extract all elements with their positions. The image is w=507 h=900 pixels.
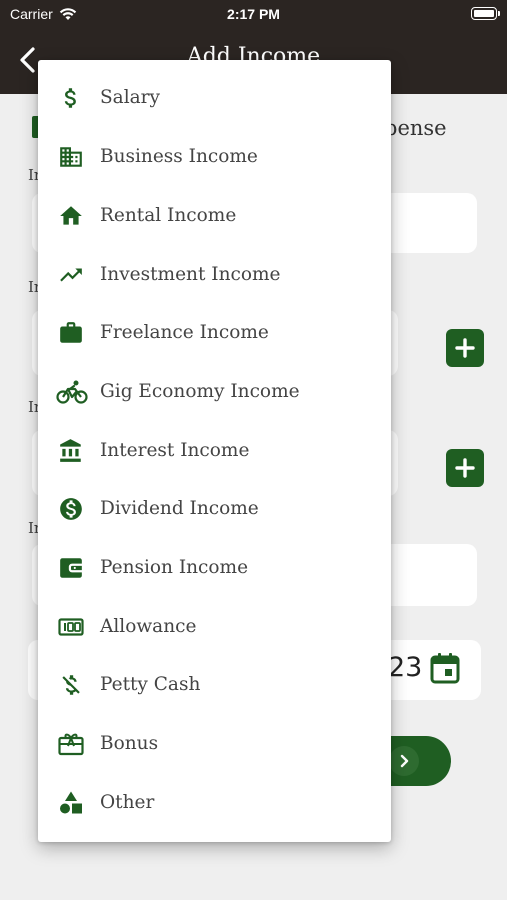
battery-icon bbox=[471, 7, 500, 20]
menu-item-business-income[interactable]: Business Income bbox=[38, 128, 391, 186]
menu-item-bonus[interactable]: Bonus bbox=[38, 715, 391, 773]
wallet-icon bbox=[58, 555, 84, 581]
status-bar: Carrier 2:17 PM bbox=[0, 0, 507, 28]
bicycle-icon bbox=[56, 379, 88, 405]
menu-item-investment-income[interactable]: Investment Income bbox=[38, 246, 391, 304]
building-icon bbox=[58, 144, 84, 170]
menu-item-gig-economy-income[interactable]: Gig Economy Income bbox=[38, 363, 391, 421]
add-category-button[interactable] bbox=[446, 329, 484, 367]
add-source-button[interactable] bbox=[446, 449, 484, 487]
date-value: 23 bbox=[388, 652, 423, 683]
menu-item-label: Rental Income bbox=[100, 205, 237, 226]
menu-item-label: Business Income bbox=[100, 146, 258, 167]
menu-item-dividend-income[interactable]: Dividend Income bbox=[38, 480, 391, 538]
bank-icon bbox=[58, 438, 84, 464]
dollar-circle-icon bbox=[58, 496, 84, 522]
shapes-icon bbox=[58, 790, 84, 816]
menu-item-label: Salary bbox=[100, 87, 160, 108]
menu-item-label: Allowance bbox=[100, 616, 197, 637]
calendar-icon[interactable] bbox=[430, 652, 460, 684]
dollar-off-icon bbox=[58, 672, 84, 698]
plus-icon bbox=[455, 458, 475, 478]
menu-item-label: Pension Income bbox=[100, 557, 249, 578]
menu-item-salary[interactable]: Salary bbox=[38, 69, 391, 127]
menu-item-interest-income[interactable]: Interest Income bbox=[38, 422, 391, 480]
chevron-right-icon bbox=[400, 754, 409, 768]
gift-card-icon bbox=[58, 731, 84, 757]
menu-item-pension-income[interactable]: Pension Income bbox=[38, 539, 391, 597]
trending-up-icon bbox=[58, 262, 84, 288]
menu-item-label: Interest Income bbox=[100, 440, 250, 461]
menu-item-label: Freelance Income bbox=[100, 322, 269, 343]
menu-item-allowance[interactable]: Allowance bbox=[38, 598, 391, 656]
menu-item-freelance-income[interactable]: Freelance Income bbox=[38, 304, 391, 362]
menu-item-label: Other bbox=[100, 792, 155, 813]
briefcase-icon bbox=[58, 320, 84, 346]
menu-item-label: Bonus bbox=[100, 733, 159, 754]
status-time: 2:17 PM bbox=[227, 6, 280, 22]
menu-item-label: Gig Economy Income bbox=[100, 381, 300, 402]
tab-expense[interactable]: pense bbox=[384, 116, 447, 140]
income-category-menu: Salary Business Income Rental Income Inv… bbox=[38, 60, 391, 842]
plus-icon bbox=[455, 338, 475, 358]
menu-item-label: Investment Income bbox=[100, 264, 281, 285]
menu-item-label: Dividend Income bbox=[100, 498, 259, 519]
dollar-icon bbox=[58, 85, 84, 111]
home-icon bbox=[58, 203, 84, 229]
menu-item-rental-income[interactable]: Rental Income bbox=[38, 187, 391, 245]
banknote-icon bbox=[58, 614, 84, 640]
submit-circle bbox=[389, 746, 419, 776]
menu-item-petty-cash[interactable]: Petty Cash bbox=[38, 656, 391, 714]
menu-item-other[interactable]: Other bbox=[38, 774, 391, 832]
menu-item-label: Petty Cash bbox=[100, 674, 201, 695]
